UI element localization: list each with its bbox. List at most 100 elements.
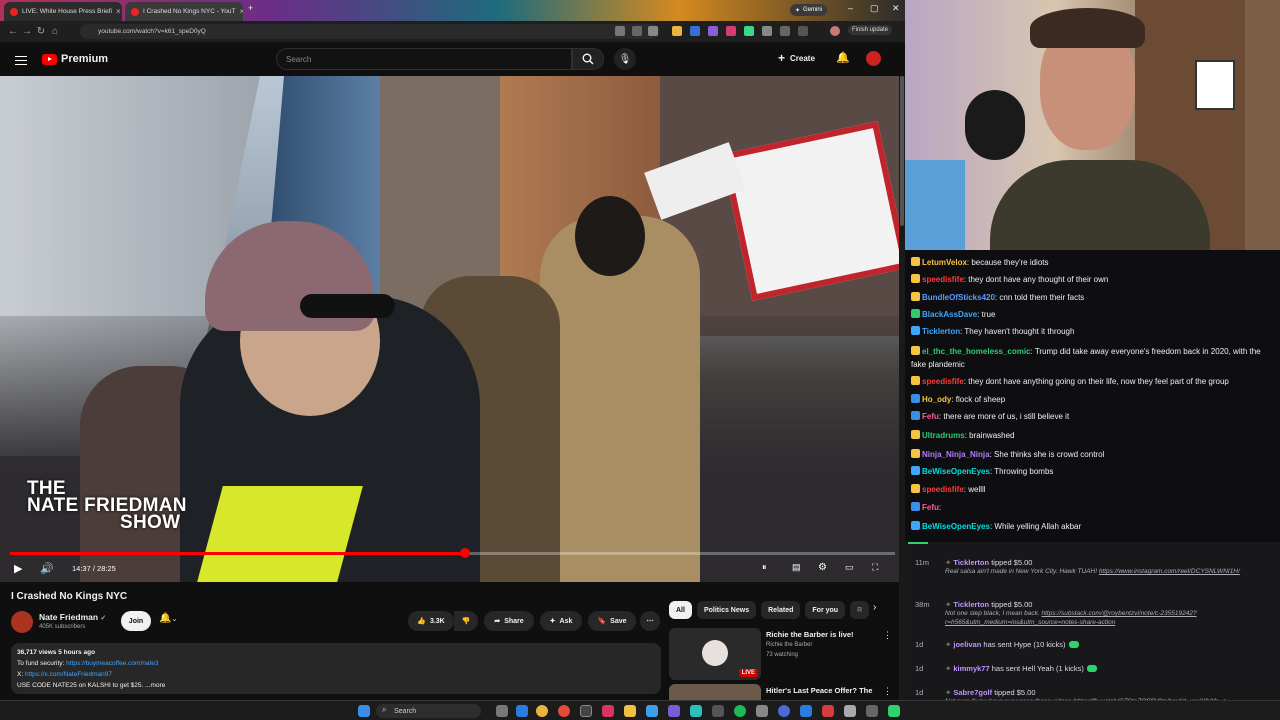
x-link[interactable]: https://x.com/NateFriedman97 [25, 671, 112, 678]
chat-username[interactable]: BeWiseOpenEyes [922, 522, 990, 531]
chat-username[interactable]: speedisfife [922, 275, 964, 284]
maximize-icon[interactable]: ▢ [870, 3, 879, 14]
tab-press-briefing[interactable]: LIVE: White House Press Briefi × [4, 2, 122, 21]
create-button[interactable]: + Create [778, 51, 815, 65]
chrome-icon[interactable] [536, 705, 548, 717]
ask-button[interactable]: ✦ Ask [540, 611, 582, 631]
extension-icon[interactable] [690, 26, 700, 36]
gemini-button[interactable]: ✦ Gemini [790, 4, 828, 16]
share-button[interactable]: ➦ Share [484, 611, 534, 631]
edge-icon[interactable] [516, 705, 528, 717]
settings-gear-icon[interactable]: ⚙ [818, 562, 827, 573]
extension-icon[interactable] [708, 26, 718, 36]
more-vertical-icon[interactable]: ⋮ [883, 686, 892, 697]
app-icon[interactable] [712, 705, 724, 717]
puzzle-icon[interactable] [762, 26, 772, 36]
coffee-link[interactable]: https://buymeacoffee.com/nate3 [66, 660, 158, 667]
download-icon[interactable] [780, 26, 790, 36]
profile-icon[interactable] [830, 26, 840, 36]
recommendation-item[interactable]: Hitler's Last Peace Offer? The ⋮ [669, 684, 894, 700]
event-user[interactable]: Ticklerton [953, 600, 989, 609]
fullscreen-icon[interactable]: ⛶ [872, 562, 878, 573]
chip-related[interactable]: Related [761, 601, 801, 619]
like-button[interactable]: 👍 3.3K [408, 611, 454, 631]
event-link[interactable]: https://www.instagram.com/reel/DCYSNLWNI… [1099, 568, 1240, 575]
tab-no-kings[interactable]: I Crashed No Kings NYC - YouT × [125, 2, 243, 21]
notifications-bell-icon[interactable]: 🔔 [836, 51, 850, 64]
event-user[interactable]: kimmyk77 [953, 664, 989, 673]
voice-search-button[interactable]: 🎙 [614, 48, 636, 70]
close-window-icon[interactable]: ✕ [892, 3, 900, 14]
volume-icon[interactable]: 🔊 [40, 562, 54, 575]
chat-username[interactable]: el_thc_the_homeless_comic [922, 347, 1031, 356]
account-avatar[interactable] [866, 51, 881, 66]
search-button[interactable] [572, 48, 604, 70]
reload-icon[interactable]: ↻ [34, 26, 48, 37]
subtitles-icon[interactable]: ▤ [792, 562, 801, 573]
taskbar-search[interactable]: ⌕ Search [376, 704, 481, 718]
star-icon[interactable] [648, 26, 658, 36]
forward-icon[interactable]: → [20, 26, 34, 37]
chat-username[interactable]: Fefu [922, 503, 939, 512]
chrome-profile-icon[interactable] [558, 705, 570, 717]
chip-politics-news[interactable]: Politics News [696, 601, 757, 619]
progress-bar[interactable] [10, 548, 895, 558]
windows-start-icon[interactable] [358, 705, 370, 717]
chip-truncated[interactable]: R [850, 601, 870, 619]
active-app-icon[interactable] [580, 705, 592, 717]
event-user[interactable]: Ticklerton [953, 558, 989, 567]
description-box[interactable]: 36,717 views 5 hours ago To fund securit… [11, 643, 661, 694]
app-icon[interactable] [778, 705, 790, 717]
more-actions-button[interactable]: ⋯ [640, 611, 660, 631]
channel-name[interactable]: Nate Friedman ✓ [39, 612, 106, 622]
app-icon[interactable] [646, 705, 658, 717]
app-icon[interactable] [690, 705, 702, 717]
event-user[interactable]: Sabre7golf [953, 688, 992, 697]
spotify-icon[interactable] [734, 705, 746, 717]
app-icon[interactable] [602, 705, 614, 717]
search-input[interactable]: Search [276, 48, 572, 70]
event-user[interactable]: joelivan [953, 640, 981, 649]
chat-username[interactable]: Ultradrums [922, 431, 965, 440]
youtube-logo[interactable]: Premium [42, 53, 108, 65]
search-page-icon[interactable] [615, 26, 625, 36]
app-icon[interactable] [866, 705, 878, 717]
back-icon[interactable]: ← [6, 26, 20, 37]
app-icon[interactable] [668, 705, 680, 717]
app-icon[interactable] [888, 705, 900, 717]
file-explorer-icon[interactable] [624, 705, 636, 717]
join-button[interactable]: Join [121, 611, 151, 631]
chat-username[interactable]: BeWiseOpenEyes [922, 467, 990, 476]
theater-mode-icon[interactable]: ▭ [845, 562, 854, 573]
new-tab-icon[interactable]: + [248, 3, 253, 13]
subscribed-bell-icon[interactable]: 🔔⌄ [159, 613, 177, 624]
chevron-right-icon[interactable]: › [873, 602, 876, 613]
extension-icon[interactable] [744, 26, 754, 36]
home-icon[interactable]: ⌂ [48, 26, 62, 37]
autoplay-toggle-icon[interactable]: ⏸ [762, 562, 767, 573]
dislike-button[interactable]: 👎 [454, 611, 478, 631]
chat-username[interactable]: Ho_ody [922, 395, 951, 404]
url-field[interactable]: youtube.com/watch?v=k61_speD0yQ [80, 24, 660, 39]
cast-icon[interactable] [632, 26, 642, 36]
channel-avatar[interactable] [11, 611, 33, 633]
chat-username[interactable]: speedisfife [922, 377, 964, 386]
chip-all[interactable]: All [669, 601, 692, 619]
extension-icon[interactable] [672, 26, 682, 36]
play-icon[interactable]: ▶ [14, 562, 22, 575]
chat-username[interactable]: BundleOfSticks420 [922, 293, 995, 302]
chat-username[interactable]: Fefu [922, 412, 939, 421]
recommendation-item[interactable]: LIVE Richie the Barber is live! Richie t… [669, 628, 894, 682]
video-player[interactable]: THE NATE FRIEDMAN SHOW ▶ 🔊 14:37 / 28:25… [0, 76, 905, 582]
app-icon[interactable] [822, 705, 834, 717]
chat-username[interactable]: Ticklerton [922, 327, 960, 336]
app-icon[interactable] [800, 705, 812, 717]
task-view-icon[interactable] [496, 705, 508, 717]
app-icon[interactable] [756, 705, 768, 717]
chip-for-you[interactable]: For you [805, 601, 846, 619]
minimize-icon[interactable]: – [848, 3, 853, 13]
chat-username[interactable]: Ninja_Ninja_Ninja [922, 450, 990, 459]
chat-username[interactable]: BlackAssDave [922, 310, 977, 319]
extension-icon[interactable] [726, 26, 736, 36]
sidepanel-icon[interactable] [798, 26, 808, 36]
